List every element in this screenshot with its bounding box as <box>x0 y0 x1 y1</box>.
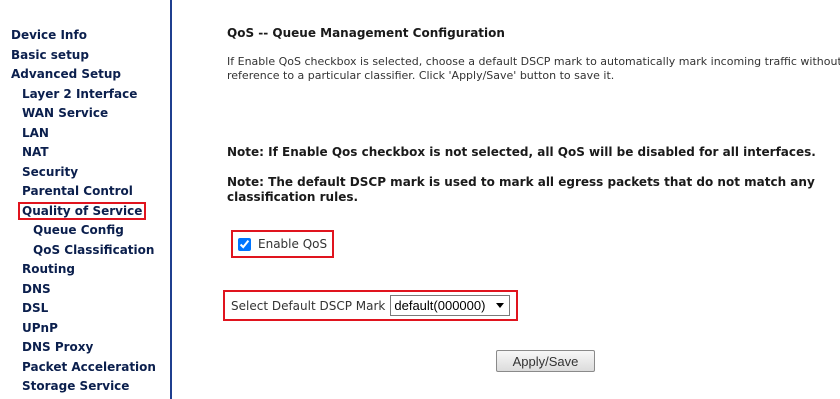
sidebar-item-device-info[interactable]: Device Info <box>11 26 156 46</box>
sidebar-nav: Device Info Basic setup Advanced Setup L… <box>11 26 156 397</box>
chevron-down-icon[interactable] <box>491 297 509 314</box>
sidebar-item-qos-classification[interactable]: QoS Classification <box>11 241 156 261</box>
sidebar-item-quality-of-service[interactable]: Quality of Service <box>11 201 156 222</box>
apply-save-button[interactable]: Apply/Save <box>496 350 595 372</box>
sidebar-item-dsl[interactable]: DSL <box>11 299 156 319</box>
page-title: QoS -- Queue Management Configuration <box>227 26 505 40</box>
sidebar-item-layer2-interface[interactable]: Layer 2 Interface <box>11 85 156 105</box>
page-description: If Enable QoS checkbox is selected, choo… <box>227 55 840 82</box>
sidebar-item-dns-proxy[interactable]: DNS Proxy <box>11 338 156 358</box>
sidebar-item-queue-config[interactable]: Queue Config <box>11 221 156 241</box>
sidebar-item-nat[interactable]: NAT <box>11 143 156 163</box>
note-qos-disabled: Note: If Enable Qos checkbox is not sele… <box>227 145 816 159</box>
main-content: QoS -- Queue Management Configuration If… <box>223 0 840 399</box>
sidebar-item-dns[interactable]: DNS <box>11 280 156 300</box>
sidebar-item-parental-control[interactable]: Parental Control <box>11 182 156 202</box>
sidebar-item-packet-acceleration[interactable]: Packet Acceleration <box>11 358 156 378</box>
note-default-dscp: Note: The default DSCP mark is used to m… <box>227 175 815 204</box>
sidebar-item-basic-setup[interactable]: Basic setup <box>11 46 156 66</box>
sidebar: Device Info Basic setup Advanced Setup L… <box>0 0 172 399</box>
dscp-select[interactable]: default(000000) <box>390 295 511 316</box>
sidebar-item-wan-service[interactable]: WAN Service <box>11 104 156 124</box>
enable-qos-control[interactable]: Enable QoS <box>231 230 335 258</box>
dscp-selected-value: default(000000) <box>394 298 486 313</box>
default-dscp-control: Select Default DSCP Mark default(000000) <box>223 290 519 321</box>
sidebar-item-lan[interactable]: LAN <box>11 124 156 144</box>
sidebar-item-routing[interactable]: Routing <box>11 260 156 280</box>
dscp-label: Select Default DSCP Mark <box>231 298 386 313</box>
sidebar-item-advanced-setup[interactable]: Advanced Setup <box>11 65 156 85</box>
sidebar-item-security[interactable]: Security <box>11 163 156 183</box>
enable-qos-label: Enable QoS <box>258 237 328 251</box>
sidebar-item-storage-service[interactable]: Storage Service <box>11 377 156 397</box>
sidebar-item-upnp[interactable]: UPnP <box>11 319 156 339</box>
sidebar-item-label: Quality of Service <box>18 201 147 220</box>
enable-qos-checkbox[interactable] <box>238 237 251 251</box>
